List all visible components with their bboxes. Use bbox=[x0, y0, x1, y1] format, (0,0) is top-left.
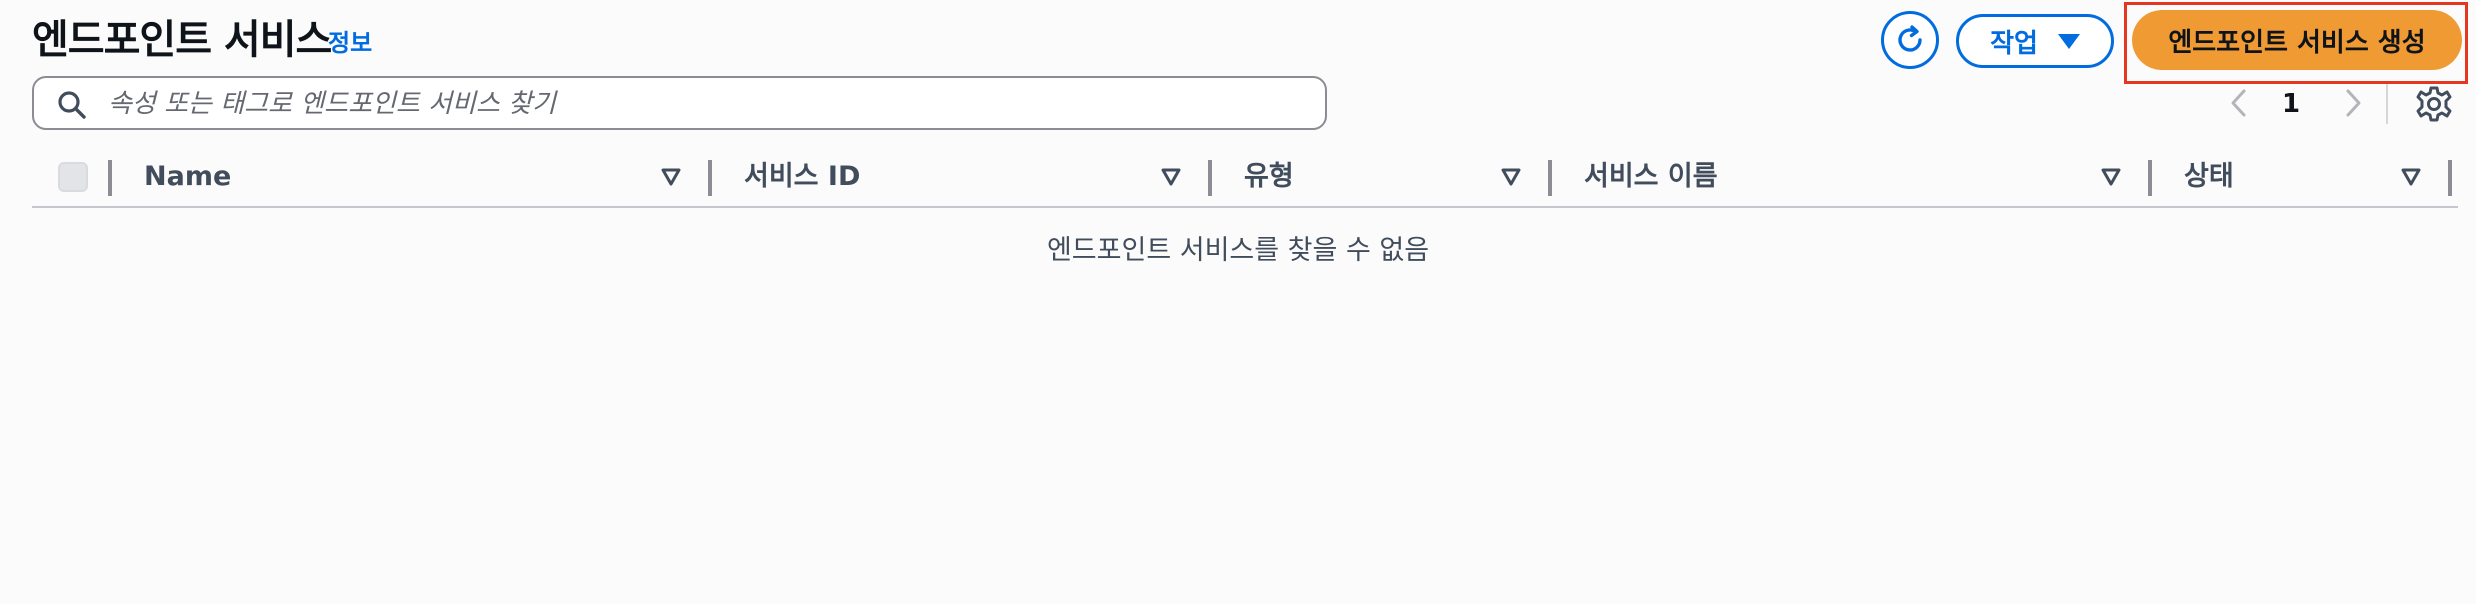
pagination-divider bbox=[2386, 84, 2388, 124]
column-divider[interactable] bbox=[2448, 160, 2452, 196]
create-endpoint-service-button[interactable]: 엔드포인트 서비스 생성 bbox=[2132, 10, 2462, 70]
chevron-right-icon[interactable] bbox=[2340, 86, 2366, 120]
column-divider[interactable] bbox=[708, 160, 712, 196]
chevron-left-icon[interactable] bbox=[2226, 86, 2252, 120]
table-header-border bbox=[32, 206, 2458, 208]
sort-icon[interactable] bbox=[2400, 166, 2422, 188]
select-all-checkbox[interactable] bbox=[58, 162, 88, 192]
info-link[interactable]: 정보 bbox=[328, 26, 372, 60]
column-header-status[interactable]: 상태 bbox=[2184, 158, 2234, 196]
search-icon bbox=[58, 91, 86, 119]
empty-state-message: 엔드포인트 서비스를 찾을 수 없음 bbox=[1046, 235, 1430, 266]
page-title: 엔드포인트 서비스 bbox=[32, 17, 332, 63]
column-header-type[interactable]: 유형 bbox=[1244, 158, 1294, 196]
column-divider[interactable] bbox=[2148, 160, 2152, 196]
column-header-name[interactable]: Name bbox=[144, 158, 231, 196]
column-divider[interactable] bbox=[1208, 160, 1212, 196]
sort-icon[interactable] bbox=[1500, 166, 1522, 188]
column-divider[interactable] bbox=[1548, 160, 1552, 196]
settings-icon[interactable] bbox=[2414, 84, 2454, 124]
sort-icon[interactable] bbox=[1160, 166, 1182, 188]
refresh-icon bbox=[1898, 25, 1922, 52]
actions-dropdown-button[interactable]: 작업 bbox=[1956, 14, 2114, 68]
column-divider bbox=[108, 160, 112, 196]
refresh-button[interactable] bbox=[1881, 11, 1939, 69]
pagination-current-page[interactable]: 1 bbox=[2282, 86, 2300, 122]
column-header-service-name[interactable]: 서비스 이름 bbox=[1584, 158, 1718, 196]
caret-down-icon bbox=[2057, 33, 2080, 49]
search-box[interactable] bbox=[32, 76, 1327, 130]
actions-label: 작업 bbox=[1990, 28, 2038, 59]
column-header-service-id[interactable]: 서비스 ID bbox=[744, 158, 860, 196]
table-header: Name 서비스 ID 유형 서비스 이름 상태 bbox=[32, 150, 2458, 206]
search-input[interactable] bbox=[106, 78, 1310, 130]
sort-icon[interactable] bbox=[2100, 166, 2122, 188]
sort-icon[interactable] bbox=[660, 166, 682, 188]
